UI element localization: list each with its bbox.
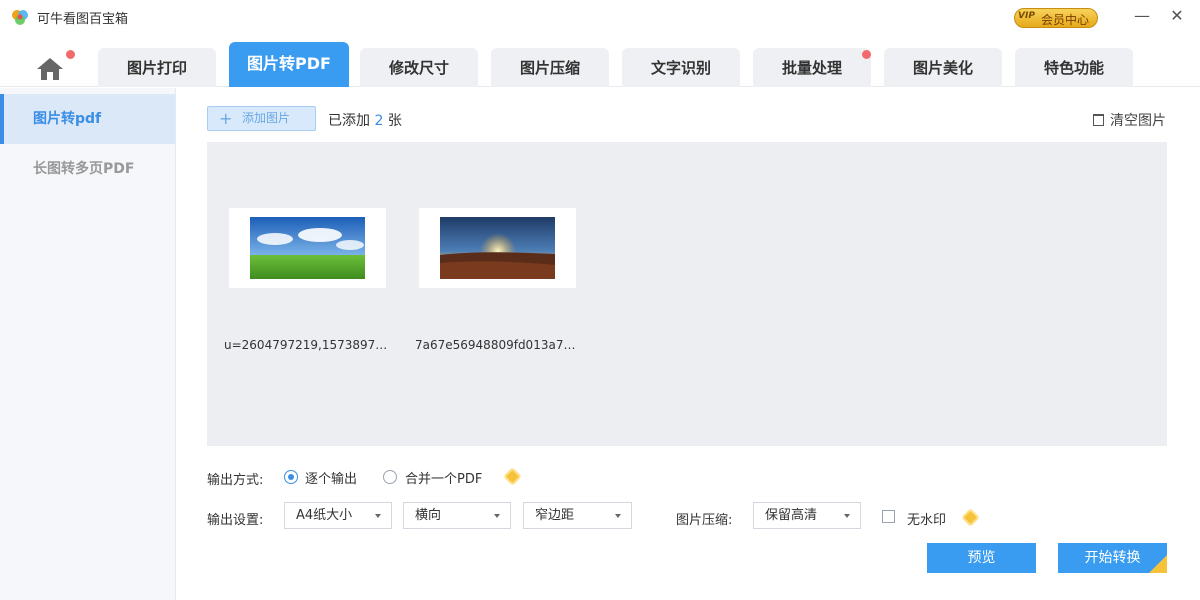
paper-size-value: A4纸大小 bbox=[296, 508, 353, 523]
orientation-select[interactable]: 横向 bbox=[403, 502, 511, 529]
minimize-button[interactable]: — bbox=[1131, 4, 1153, 28]
compress-label: 图片压缩: bbox=[676, 513, 733, 528]
radio-merge-pdf[interactable] bbox=[383, 470, 397, 484]
compress-value: 保留高清 bbox=[765, 508, 818, 523]
tab-compress[interactable]: 图片压缩 bbox=[491, 48, 609, 87]
add-image-label: 添加图片 bbox=[242, 111, 291, 125]
home-icon[interactable] bbox=[35, 56, 65, 82]
added-count-text: 已添加 2 张 bbox=[328, 113, 402, 129]
chevron-down-icon bbox=[844, 514, 850, 518]
chevron-down-icon bbox=[375, 514, 381, 518]
sidebar-item-image-to-pdf[interactable]: 图片转pdf bbox=[0, 94, 175, 144]
tab-image-to-pdf[interactable]: 图片转PDF bbox=[229, 42, 349, 87]
chevron-down-icon bbox=[615, 514, 621, 518]
batch-notification-dot bbox=[862, 50, 871, 59]
app-title: 可牛看图百宝箱 bbox=[37, 12, 129, 27]
no-watermark-label[interactable]: 无水印 bbox=[907, 509, 946, 528]
output-settings-label: 输出设置: bbox=[207, 513, 264, 528]
title-bar: 可牛看图百宝箱 VIP 会员中心 — ✕ bbox=[0, 0, 1200, 34]
vip-center-label: 会员中心 bbox=[1041, 13, 1090, 27]
start-convert-button[interactable]: 开始转换 bbox=[1058, 543, 1167, 573]
individual-output-label[interactable]: 逐个输出 bbox=[305, 468, 357, 487]
home-notification-dot bbox=[66, 50, 75, 59]
clear-images-button[interactable]: 清空图片 bbox=[1093, 110, 1166, 130]
main-tab-bar: 图片打印 图片转PDF 修改尺寸 图片压缩 文字识别 批量处理 图片美化 特色功… bbox=[0, 34, 1200, 87]
compress-select[interactable]: 保留高清 bbox=[753, 502, 861, 529]
add-image-button[interactable]: + 添加图片 bbox=[207, 106, 316, 131]
preview-button[interactable]: 预览 bbox=[927, 543, 1036, 573]
sidebar: 图片转pdf 长图转多页PDF bbox=[0, 88, 176, 600]
close-button[interactable]: ✕ bbox=[1166, 4, 1188, 28]
margin-value: 窄边距 bbox=[535, 508, 575, 523]
thumbnail-sky-grass bbox=[250, 217, 365, 279]
image-list-area[interactable]: u=2604797219,1573897… 7a67e56948809fd013… bbox=[207, 142, 1167, 446]
output-mode-label: 输出方式: bbox=[207, 473, 264, 488]
margin-select[interactable]: 窄边距 bbox=[523, 502, 632, 529]
tab-resize[interactable]: 修改尺寸 bbox=[360, 48, 478, 87]
thumbnail-sunset bbox=[440, 217, 555, 279]
paper-size-select[interactable]: A4纸大小 bbox=[284, 502, 392, 529]
tab-image-print[interactable]: 图片打印 bbox=[98, 48, 216, 87]
sidebar-item-long-image-to-pdf[interactable]: 长图转多页PDF bbox=[0, 144, 175, 194]
image-filename: u=2604797219,1573897… bbox=[224, 338, 388, 352]
vip-crown-icon: VIP bbox=[1018, 11, 1035, 21]
orientation-value: 横向 bbox=[415, 508, 442, 523]
tab-special[interactable]: 特色功能 bbox=[1015, 48, 1133, 87]
clear-images-label: 清空图片 bbox=[1110, 113, 1166, 129]
vip-gem-icon bbox=[503, 467, 522, 486]
plus-icon: + bbox=[219, 109, 233, 128]
trash-icon bbox=[1093, 114, 1104, 126]
tab-batch[interactable]: 批量处理 bbox=[753, 48, 871, 87]
vip-gem-icon bbox=[961, 508, 980, 527]
vip-center-button[interactable]: VIP 会员中心 bbox=[1014, 8, 1098, 28]
chevron-down-icon bbox=[494, 514, 500, 518]
image-filename: 7a67e56948809fd013a7… bbox=[415, 338, 576, 352]
vip-corner-icon bbox=[1149, 555, 1167, 573]
app-logo-icon bbox=[12, 10, 28, 25]
image-thumbnail[interactable] bbox=[229, 208, 386, 288]
tab-ocr[interactable]: 文字识别 bbox=[622, 48, 740, 87]
image-thumbnail[interactable] bbox=[419, 208, 576, 288]
start-convert-label: 开始转换 bbox=[1084, 550, 1141, 566]
merge-pdf-label[interactable]: 合并一个PDF bbox=[405, 468, 482, 487]
tab-beautify[interactable]: 图片美化 bbox=[884, 48, 1002, 87]
no-watermark-checkbox[interactable] bbox=[882, 510, 895, 523]
radio-individual-output[interactable] bbox=[284, 470, 298, 484]
